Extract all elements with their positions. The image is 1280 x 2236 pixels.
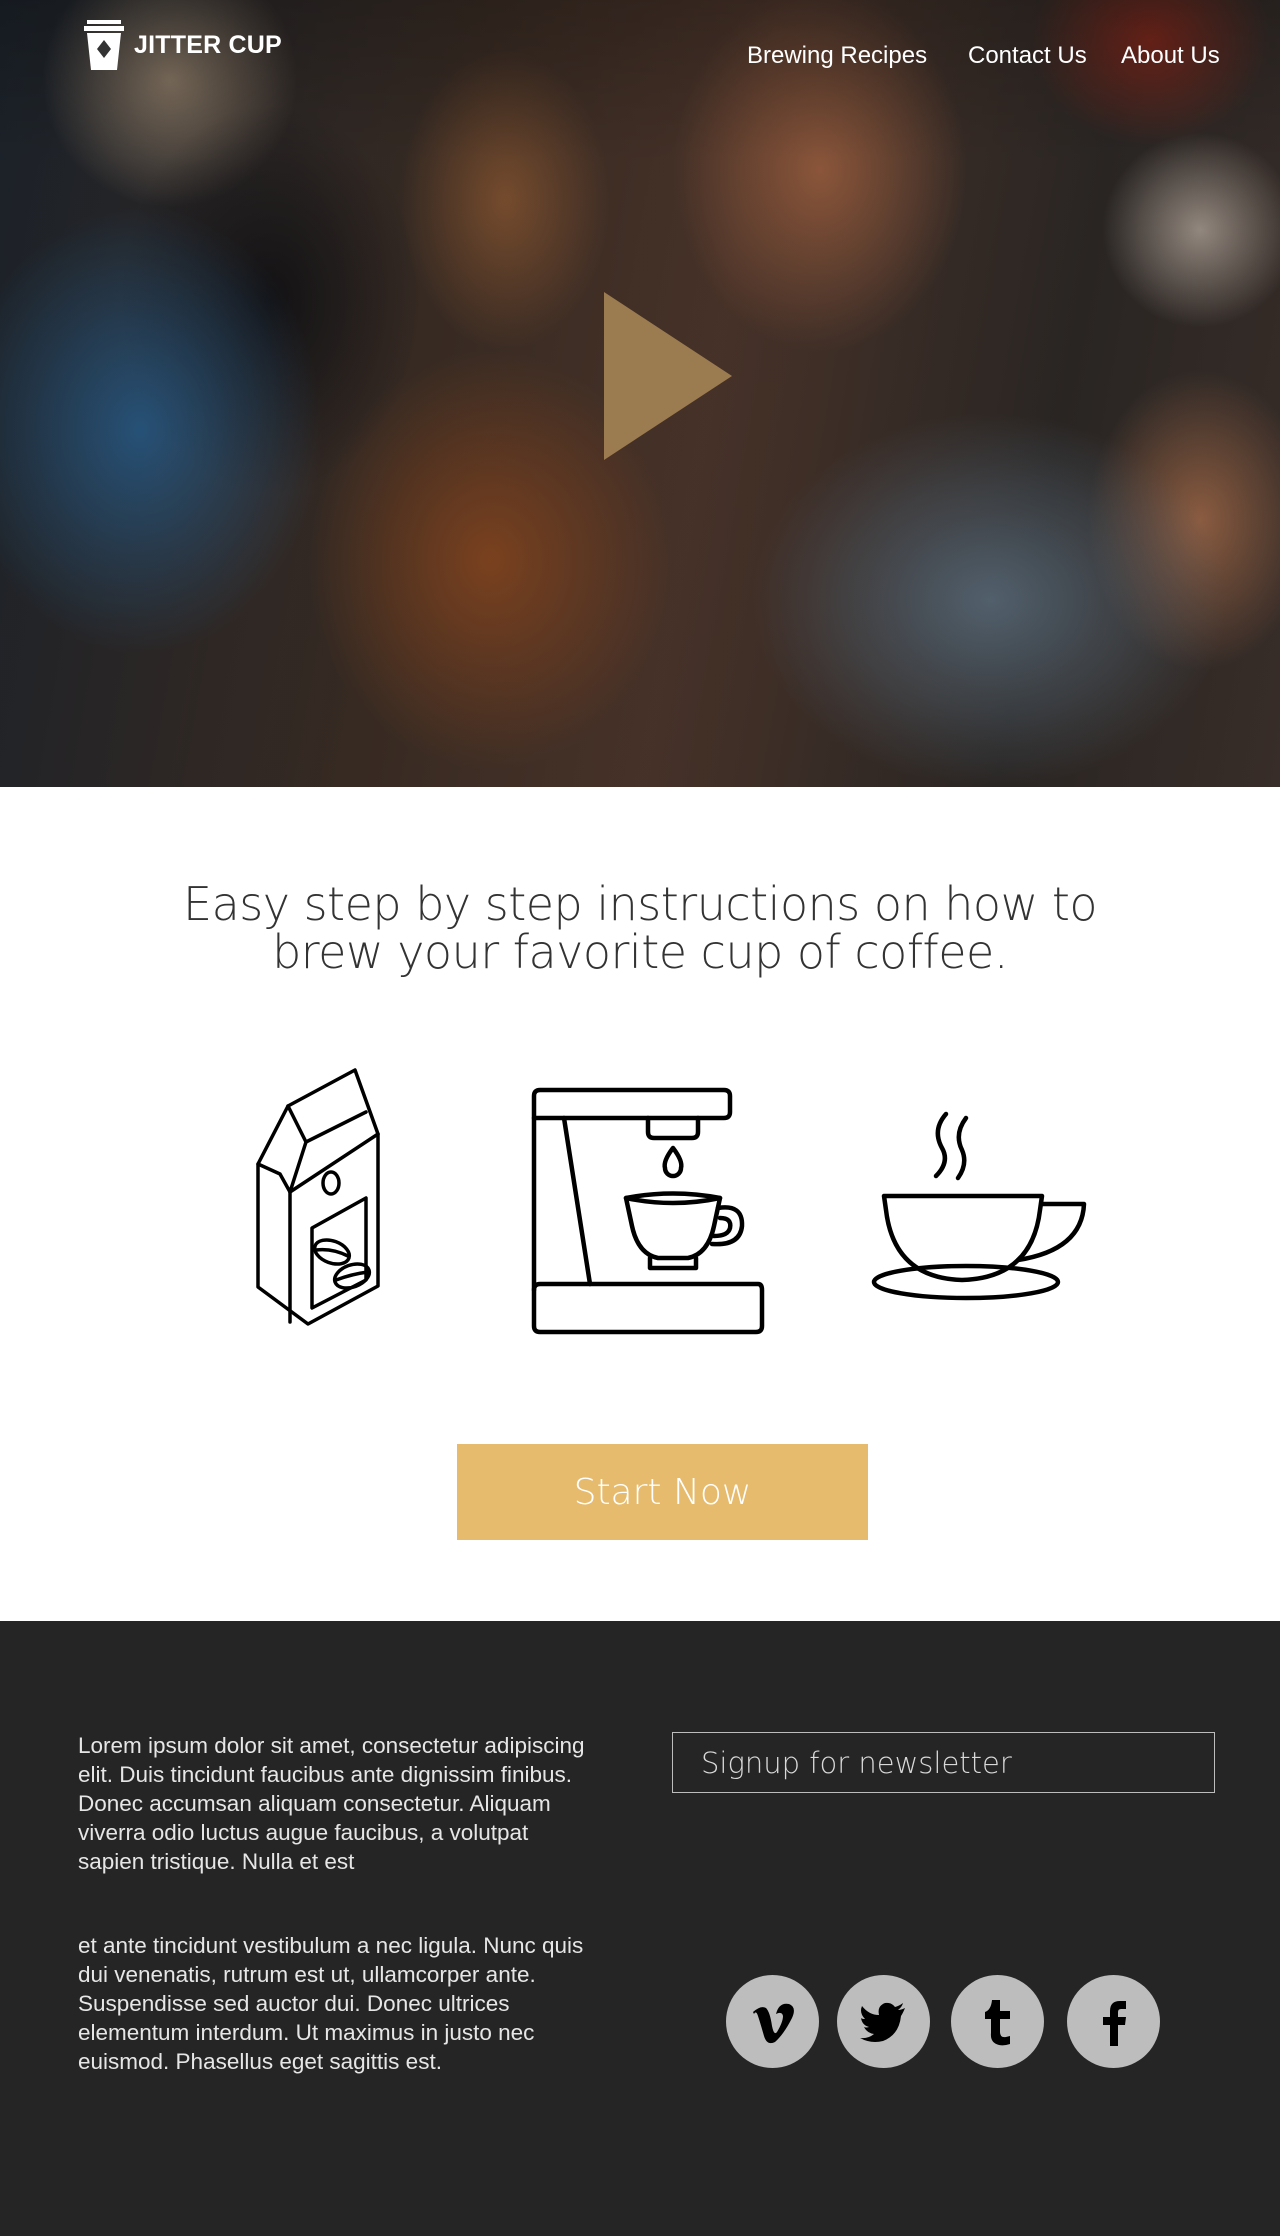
facebook-icon xyxy=(1102,2000,1126,2046)
hero-section: JITTER CUP Brewing Recipes Contact Us Ab… xyxy=(0,0,1280,787)
twitter-icon xyxy=(859,2002,905,2042)
coffee-cup-icon xyxy=(871,1111,1087,1301)
play-icon[interactable] xyxy=(604,292,732,460)
nav-about-us[interactable]: About Us xyxy=(1121,42,1220,70)
coffee-bag-icon xyxy=(256,1068,380,1326)
tumblr-icon xyxy=(984,1999,1010,2045)
nav-contact-us[interactable]: Contact Us xyxy=(968,42,1087,70)
coffee-maker-icon xyxy=(531,1087,765,1335)
twitter-link[interactable] xyxy=(837,1975,930,2068)
start-now-button[interactable]: Start Now xyxy=(457,1444,868,1540)
nav-brewing-recipes[interactable]: Brewing Recipes xyxy=(747,42,927,70)
vimeo-link[interactable] xyxy=(726,1975,819,2068)
tumblr-link[interactable] xyxy=(951,1975,1044,2068)
footer-paragraph-2: et ante tincidunt vestibulum a nec ligul… xyxy=(78,1933,584,2074)
footer: Lorem ipsum dolor sit amet, consectetur … xyxy=(0,1621,1280,2236)
main-nav: Brewing Recipes Contact Us About Us xyxy=(0,42,1280,72)
page-tagline: Easy step by step instructions on how to… xyxy=(183,877,1098,979)
newsletter-signup-input[interactable] xyxy=(672,1732,1215,1793)
vimeo-icon xyxy=(752,2003,794,2043)
footer-paragraph-1: Lorem ipsum dolor sit amet, consectetur … xyxy=(78,1733,585,1874)
facebook-link[interactable] xyxy=(1067,1975,1160,2068)
